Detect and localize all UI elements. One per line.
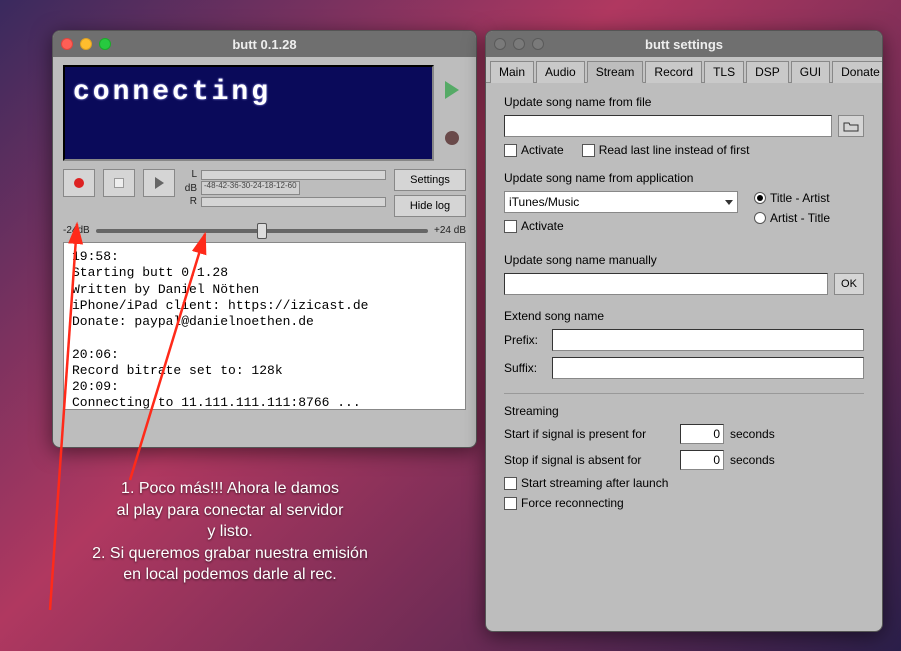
chevron-down-icon [725,200,733,205]
prefix-label: Prefix: [504,333,546,347]
settings-titlebar: butt settings [486,31,882,57]
meter-r-bar [201,197,386,207]
start-if-seconds-unit: seconds [730,427,775,441]
tab-main[interactable]: Main [490,61,534,83]
app-select[interactable]: iTunes/Music [504,191,738,213]
play-button[interactable] [143,169,175,197]
update-file-label: Update song name from file [504,95,864,109]
manual-song-ok-button[interactable]: OK [834,273,864,295]
main-title: butt 0.1.28 [53,37,476,52]
gain-slider[interactable] [96,229,428,233]
db-scale: -48 -42 -36 -30 -24 -18 -12 -6 0 [201,181,300,195]
record-icon [74,178,84,188]
suffix-input[interactable] [552,357,864,379]
stop-if-seconds-unit: seconds [730,453,775,467]
stop-button[interactable] [103,169,135,197]
meter-l-bar [201,170,386,180]
tab-stream[interactable]: Stream [587,61,644,83]
streaming-label: Streaming [504,404,864,418]
stop-if-label: Stop if signal is absent for [504,453,674,467]
artist-title-radio[interactable]: Artist - Title [754,211,864,225]
update-manual-label: Update song name manually [504,253,864,267]
play-icon [155,177,164,189]
lcd-status-text: connecting [73,77,424,108]
stop-if-seconds-input[interactable] [680,450,724,470]
start-if-label: Start if signal is present for [504,427,674,441]
gain-slider-thumb[interactable] [257,223,267,239]
extend-label: Extend song name [504,309,864,323]
main-titlebar: butt 0.1.28 [53,31,476,57]
main-window: butt 0.1.28 connecting L dB -48 -42 -36 … [52,30,477,448]
stream-indicator-icon [445,81,459,99]
app-select-value: iTunes/Music [509,195,579,209]
song-file-input[interactable] [504,115,832,137]
manual-song-input[interactable] [504,273,828,295]
lcd-display: connecting [63,65,434,161]
prefix-input[interactable] [552,329,864,351]
settings-title: butt settings [486,37,882,52]
tab-tls[interactable]: TLS [704,61,744,83]
meter-l-label: L [183,169,197,180]
annotation-text: 1. Poco más!!! Ahora le damos al play pa… [60,478,400,586]
db-label: dB [183,183,197,194]
tab-gui[interactable]: GUI [791,61,830,83]
browse-file-button[interactable] [838,115,864,137]
read-last-line-checkbox[interactable]: Read last line instead of first [582,143,750,157]
stop-icon [114,178,124,188]
settings-window: butt settings Main Audio Stream Record T… [485,30,883,632]
lcd-side-indicators [438,65,466,161]
level-meters: L dB -48 -42 -36 -30 -24 -18 -12 -6 0 R [183,169,386,207]
meter-r-label: R [183,196,197,207]
log-output: 19:58: Starting butt 0.1.28 Written by D… [63,242,466,410]
stream-panel: Update song name from file Activate Read… [486,83,882,536]
force-reconnecting-checkbox[interactable]: Force reconnecting [504,496,624,510]
tab-donate[interactable]: Donate [832,61,883,83]
tab-record[interactable]: Record [645,61,702,83]
tab-dsp[interactable]: DSP [746,61,789,83]
activate-file-checkbox[interactable]: Activate [504,143,564,157]
settings-button[interactable]: Settings [394,169,466,191]
suffix-label: Suffix: [504,361,546,375]
start-if-seconds-input[interactable] [680,424,724,444]
settings-tabs: Main Audio Stream Record TLS DSP GUI Don… [486,57,882,83]
update-app-label: Update song name from application [504,171,864,185]
gain-min-label: -24dB [63,225,90,236]
record-button[interactable] [63,169,95,197]
folder-open-icon [843,120,859,132]
activate-app-checkbox[interactable]: Activate [504,219,564,233]
title-artist-radio[interactable]: Title - Artist [754,191,864,205]
hide-log-button[interactable]: Hide log [394,195,466,217]
start-after-launch-checkbox[interactable]: Start streaming after launch [504,476,668,490]
gain-max-label: +24 dB [434,225,466,236]
record-indicator-icon [445,131,459,145]
tab-audio[interactable]: Audio [536,61,585,83]
